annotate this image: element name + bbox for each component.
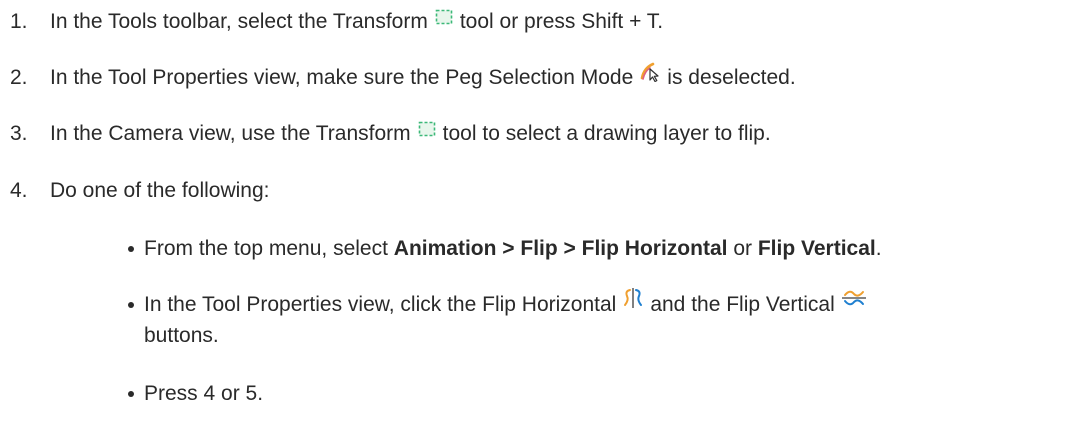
peg-selection-mode-icon [639, 60, 661, 92]
step-number: 1. [10, 10, 28, 33]
transform-tool-icon [434, 4, 454, 36]
bullet-text: In the Tool Properties view, click the F… [144, 293, 617, 316]
step-number: 4. [10, 179, 28, 202]
bullet-text: From the top menu, select [144, 237, 388, 260]
step-text: In the Tools toolbar, select the Transfo… [50, 10, 428, 33]
step-text: In the Tool Properties view, make sure t… [50, 66, 634, 89]
step-number: 3. [10, 122, 28, 145]
bullet-text: buttons. [144, 324, 219, 347]
step-text: In the Camera view, use the Transform [50, 122, 411, 145]
flip-horizontal-icon [622, 287, 644, 319]
step-text: tool or press Shift + T. [459, 10, 664, 33]
step-text: Do one of the following: [50, 179, 270, 202]
bullet-text: or [733, 237, 753, 260]
bullet-dot [128, 246, 134, 252]
bullet-text: . [875, 237, 882, 260]
bullet-text: Press 4 or 5. [144, 382, 264, 405]
flip-vertical-icon [841, 287, 867, 319]
menu-alt-option: Flip Vertical [757, 237, 876, 260]
bullet-dot [128, 302, 134, 308]
step-number: 2. [10, 66, 28, 89]
instructions-document: 1. In the Tools toolbar, select the Tran… [0, 0, 1067, 436]
bullet-text: and the Flip Vertical [650, 293, 835, 316]
transform-tool-icon [417, 116, 437, 148]
menu-path: Animation > Flip > Flip Horizontal [393, 237, 728, 260]
step-text: tool to select a drawing layer to flip. [442, 122, 771, 145]
bullet-dot [128, 391, 134, 397]
step-text: is deselected. [667, 66, 796, 89]
